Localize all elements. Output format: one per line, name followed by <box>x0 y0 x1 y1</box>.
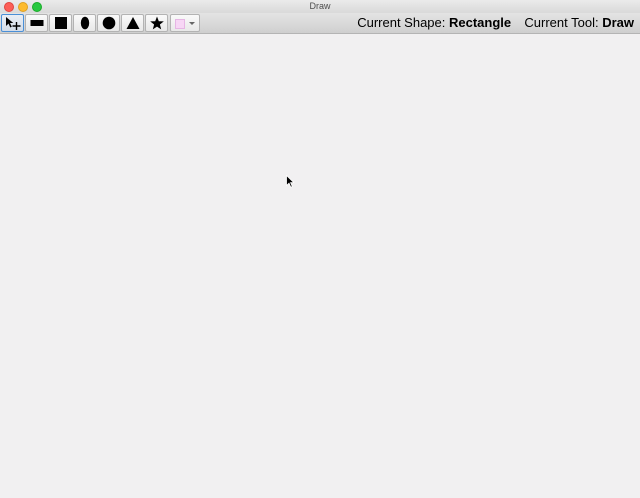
current-tool-value: Draw <box>602 15 634 30</box>
arrow-move-icon <box>5 17 20 30</box>
current-tool-label: Current Tool: <box>524 15 599 30</box>
select-tool-button[interactable] <box>1 14 24 32</box>
circle-tool-button[interactable] <box>97 14 120 32</box>
ellipse-tool-button[interactable] <box>73 14 96 32</box>
color-swatch <box>175 19 185 29</box>
status-readout: Current Shape: Rectangle Current Tool: D… <box>357 13 634 33</box>
drawing-canvas[interactable] <box>0 34 640 498</box>
circle-icon <box>102 16 115 30</box>
color-picker[interactable] <box>170 14 200 32</box>
ellipse-icon <box>80 16 89 30</box>
window-title: Draw <box>309 1 331 11</box>
tool-buttons <box>1 14 200 32</box>
toolbar: Current Shape: Rectangle Current Tool: D… <box>0 13 640 34</box>
square-icon <box>54 17 67 29</box>
triangle-icon <box>126 17 139 29</box>
square-tool-button[interactable] <box>49 14 72 32</box>
current-shape-value: Rectangle <box>449 15 512 30</box>
star-tool-button[interactable] <box>145 14 168 32</box>
mouse-cursor-icon <box>286 175 295 188</box>
rectangle-tool-button[interactable] <box>25 14 48 32</box>
chevron-down-icon <box>189 22 195 25</box>
rectangle-icon <box>30 20 43 26</box>
current-shape-label: Current Shape: <box>357 15 446 30</box>
triangle-tool-button[interactable] <box>121 14 144 32</box>
window-titlebar: Draw <box>0 0 640 14</box>
star-icon <box>149 16 164 30</box>
